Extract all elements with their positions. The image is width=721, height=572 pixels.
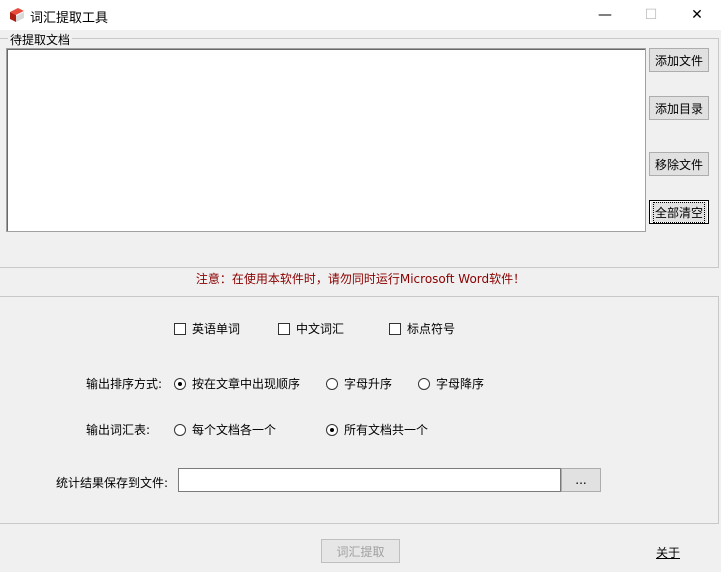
radio-circle[interactable] [326,377,338,390]
clear-all-label: 全部清空 [652,201,706,223]
checkbox-label: 英语单词 [192,322,241,336]
notice-text: 注意：在使用本软件时，请勿同时运行Microsoft Word软件！ [195,272,526,286]
save-path-input[interactable] [178,468,561,492]
add-directory-label: 添加目录 [654,101,703,116]
checkbox-box[interactable] [389,322,401,335]
radio-label: 所有文档共一个 [344,423,429,437]
remove-file-label: 移除文件 [654,157,703,172]
files-group-label: 待提取文档 [8,31,73,48]
radio-sort-descending[interactable]: 字母降序 [418,375,484,392]
close-icon: ✕ [691,7,703,23]
clear-all-button[interactable]: 全部清空 [649,200,709,224]
radio-output-per-document[interactable]: 每个文档各一个 [174,421,276,438]
checkbox-label: 标点符号 [407,322,456,336]
checkbox-punctuation[interactable]: 标点符号 [389,320,455,337]
radio-label: 字母降序 [436,377,485,391]
minimize-button[interactable]: — [582,0,628,30]
radio-label: 按在文章中出现顺序 [192,377,301,391]
window-title: 词汇提取工具 [30,11,109,26]
browse-label: ... [575,473,587,487]
radio-label: 字母升序 [344,377,393,391]
book-icon [10,8,24,22]
checkbox-box[interactable] [278,322,290,335]
minimize-icon: — [598,7,612,23]
maximize-button[interactable]: ☐ [628,0,674,30]
about-link[interactable]: 关于 [656,544,680,561]
radio-output-combined[interactable]: 所有文档共一个 [326,421,428,438]
title-bar[interactable]: 词汇提取工具 — ☐ ✕ [0,0,721,30]
radio-label: 每个文档各一个 [192,423,277,437]
checkbox-box[interactable] [174,322,186,335]
remove-file-button[interactable]: 移除文件 [649,152,709,176]
checkbox-chinese-words[interactable]: 中文词汇 [278,320,344,337]
save-file-label: 统计结果保存到文件: [56,476,169,490]
radio-circle[interactable] [174,423,186,436]
sort-order-label: 输出排序方式: [86,377,163,391]
radio-circle[interactable] [174,377,186,390]
radio-sort-ascending[interactable]: 字母升序 [326,375,392,392]
file-list[interactable] [6,48,646,232]
close-button[interactable]: ✕ [674,0,720,30]
add-directory-button[interactable]: 添加目录 [649,96,709,120]
extract-button[interactable]: 词汇提取 [321,539,400,563]
radio-circle[interactable] [418,377,430,390]
radio-circle[interactable] [326,423,338,436]
maximize-icon: ☐ [644,7,658,23]
radio-sort-appearance[interactable]: 按在文章中出现顺序 [174,375,300,392]
add-file-label: 添加文件 [654,53,703,68]
add-file-button[interactable]: 添加文件 [649,48,709,72]
extract-label: 词汇提取 [336,544,385,559]
browse-button[interactable]: ... [561,468,601,492]
output-list-label: 输出词汇表: [86,423,151,437]
checkbox-english-words[interactable]: 英语单词 [174,320,240,337]
checkbox-label: 中文词汇 [296,322,345,336]
